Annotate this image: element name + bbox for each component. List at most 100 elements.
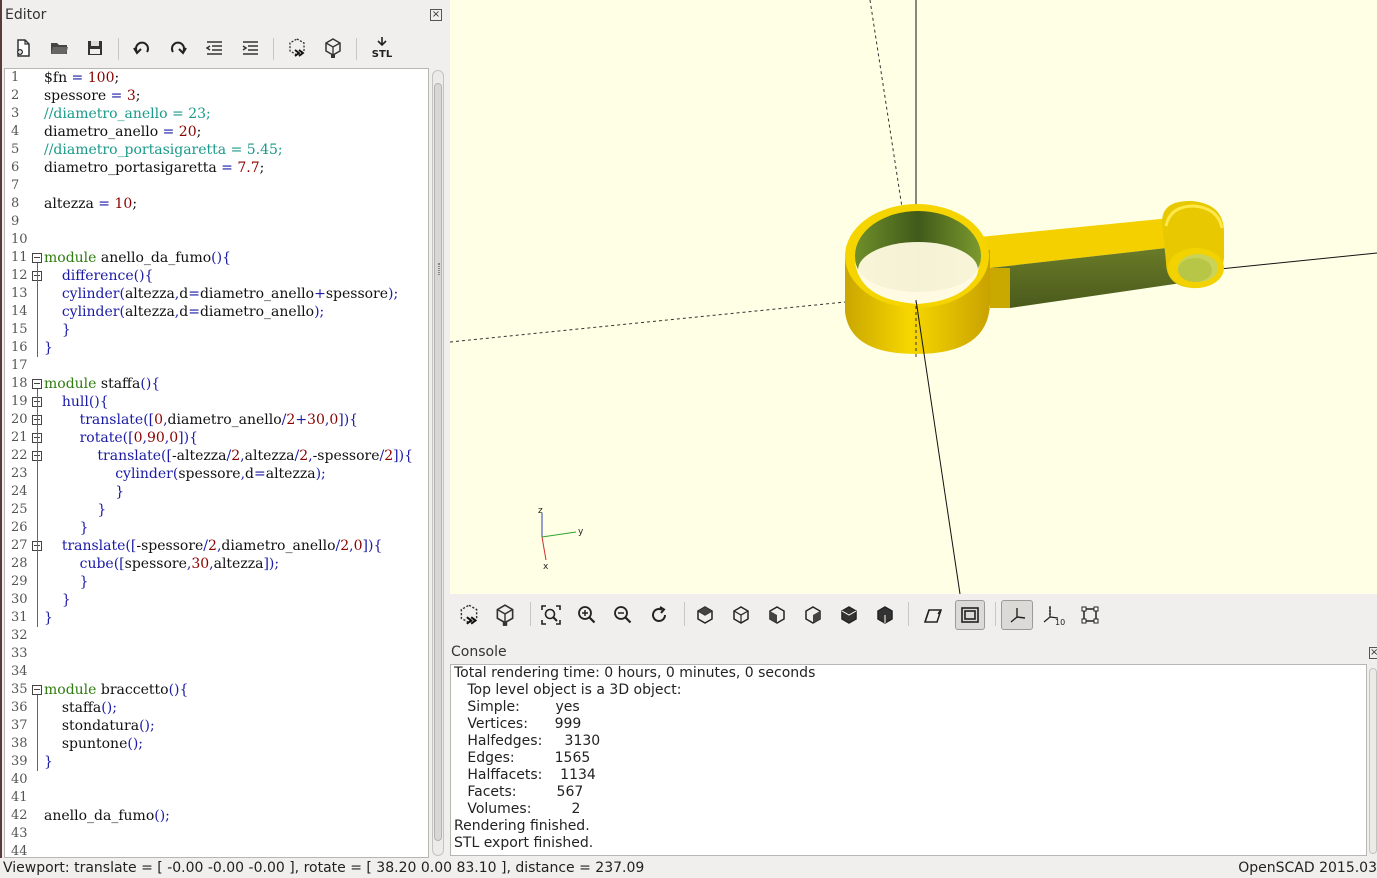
new-file-icon[interactable]: [11, 36, 35, 60]
code-line[interactable]: 17: [5, 357, 428, 375]
code-line[interactable]: 31}: [5, 609, 428, 627]
code-line[interactable]: 19 hull(){: [5, 393, 428, 411]
zoom-in-icon[interactable]: [572, 600, 602, 630]
reset-view-icon[interactable]: [644, 600, 674, 630]
show-scale-markers-icon[interactable]: 10: [1039, 600, 1069, 630]
view-left-icon[interactable]: [762, 600, 792, 630]
line-number: 7: [11, 178, 20, 193]
line-number: 29: [11, 574, 28, 589]
code-line[interactable]: 27 translate([-spessore/2,diametro_anell…: [5, 537, 428, 555]
code-line[interactable]: 20 translate([0,diametro_anello/2+30,0])…: [5, 411, 428, 429]
line-number: 32: [11, 628, 28, 643]
code-line[interactable]: 40: [5, 771, 428, 789]
render-icon[interactable]: [490, 600, 520, 630]
code-line[interactable]: 24 }: [5, 483, 428, 501]
code-line[interactable]: 32: [5, 627, 428, 645]
perspective-icon[interactable]: [918, 600, 948, 630]
view-front-icon[interactable]: [834, 600, 864, 630]
code-line[interactable]: 1 $fn = 100;: [5, 69, 428, 87]
preview-icon[interactable]: [285, 36, 309, 60]
code-line[interactable]: 4 diametro_anello = 20;: [5, 123, 428, 141]
code-line[interactable]: 3 //diametro_anello = 23;: [5, 105, 428, 123]
code-line[interactable]: 11 module anello_da_fumo(){: [5, 249, 428, 267]
code-line[interactable]: 21 rotate([0,90,0]){: [5, 429, 428, 447]
editor-scrollbar[interactable]: [432, 70, 444, 856]
code-line[interactable]: 39}: [5, 753, 428, 771]
editor-scroll-thumb[interactable]: [434, 83, 442, 841]
fold-toggle-icon[interactable]: [32, 379, 42, 389]
code-line[interactable]: 18 module staffa(){: [5, 375, 428, 393]
console-output[interactable]: Total rendering time: 0 hours, 0 minutes…: [450, 664, 1367, 856]
line-number: 8: [11, 196, 20, 211]
view-bottom-icon[interactable]: [726, 600, 756, 630]
fold-toggle-icon[interactable]: [32, 685, 42, 695]
editor-splitter-handle[interactable]: [438, 263, 440, 275]
code-line[interactable]: 25 }: [5, 501, 428, 519]
code-line[interactable]: 44: [5, 843, 428, 857]
3d-viewport[interactable]: z y x: [450, 0, 1377, 594]
view-toolbar: 10: [450, 594, 1377, 636]
code-line[interactable]: 29 }: [5, 573, 428, 591]
code-line[interactable]: 13 cylinder(altezza,d=diametro_anello+sp…: [5, 285, 428, 303]
unindent-icon[interactable]: [202, 36, 226, 60]
line-number: 38: [11, 736, 28, 751]
code-line[interactable]: 7: [5, 177, 428, 195]
view-right-icon[interactable]: [798, 600, 828, 630]
code-line[interactable]: 23 cylinder(spessore,d=altezza);: [5, 465, 428, 483]
fold-toggle-icon[interactable]: [32, 253, 42, 263]
code-line[interactable]: 14 cylinder(altezza,d=diametro_anello);: [5, 303, 428, 321]
code-line[interactable]: 37 stondatura();: [5, 717, 428, 735]
code-line[interactable]: 8 altezza = 10;: [5, 195, 428, 213]
show-edges-icon[interactable]: [1075, 600, 1105, 630]
code-line[interactable]: 22 translate([-altezza/2,altezza/2,-spes…: [5, 447, 428, 465]
code-line[interactable]: 9: [5, 213, 428, 231]
code-line[interactable]: 26 }: [5, 519, 428, 537]
status-app-version: OpenSCAD 2015.03: [1238, 860, 1377, 876]
code-line[interactable]: 36 staffa();: [5, 699, 428, 717]
code-line[interactable]: 43: [5, 825, 428, 843]
fold-guide-line: [37, 263, 38, 357]
line-number: 42: [11, 808, 28, 823]
undo-icon[interactable]: [130, 36, 154, 60]
orthogonal-icon[interactable]: [955, 600, 985, 630]
code-text: diametro_portasigaretta = 7.7;: [44, 160, 265, 176]
console-close-button[interactable]: ×: [1369, 647, 1377, 659]
line-number: 17: [11, 358, 28, 373]
code-line[interactable]: 41: [5, 789, 428, 807]
view-top-icon[interactable]: [690, 600, 720, 630]
code-line[interactable]: 5 //diametro_portasigaretta = 5.45;: [5, 141, 428, 159]
code-line[interactable]: 16}: [5, 339, 428, 357]
code-line[interactable]: 15 }: [5, 321, 428, 339]
code-line[interactable]: 6 diametro_portasigaretta = 7.7;: [5, 159, 428, 177]
code-line[interactable]: 10: [5, 231, 428, 249]
code-line[interactable]: 33: [5, 645, 428, 663]
redo-icon[interactable]: [166, 36, 190, 60]
code-line[interactable]: 42 anello_da_fumo();: [5, 807, 428, 825]
code-editor[interactable]: 1 $fn = 100; 2 spessore = 3; 3 //diametro_ane…: [4, 68, 429, 858]
preview-icon[interactable]: [454, 600, 484, 630]
editor-title: Editor: [5, 7, 47, 23]
code-line[interactable]: 38 spuntone();: [5, 735, 428, 753]
code-line[interactable]: 35 module braccetto(){: [5, 681, 428, 699]
render-icon[interactable]: [321, 36, 345, 60]
code-text: }: [61, 322, 71, 338]
open-folder-icon[interactable]: [47, 36, 71, 60]
line-number: 22: [11, 448, 28, 463]
code-line[interactable]: 28 cube([spessore,30,altezza]);: [5, 555, 428, 573]
zoom-out-icon[interactable]: [608, 600, 638, 630]
indent-icon[interactable]: [238, 36, 262, 60]
export-stl-icon[interactable]: STL: [368, 36, 396, 60]
code-line[interactable]: 30 }: [5, 591, 428, 609]
code-line[interactable]: 12 difference(){: [5, 267, 428, 285]
show-axes-icon[interactable]: [1001, 600, 1033, 630]
code-line[interactable]: 2 spessore = 3;: [5, 87, 428, 105]
view-back-icon[interactable]: [870, 600, 900, 630]
editor-close-button[interactable]: ×: [430, 9, 442, 21]
save-icon[interactable]: [83, 36, 107, 60]
axis-gizmo: z y x: [538, 506, 584, 572]
console-scrollbar[interactable]: [1369, 668, 1377, 854]
view-all-icon[interactable]: [536, 600, 566, 630]
line-number: 2: [11, 88, 20, 103]
code-line[interactable]: 34: [5, 663, 428, 681]
code-text: }: [97, 502, 107, 518]
